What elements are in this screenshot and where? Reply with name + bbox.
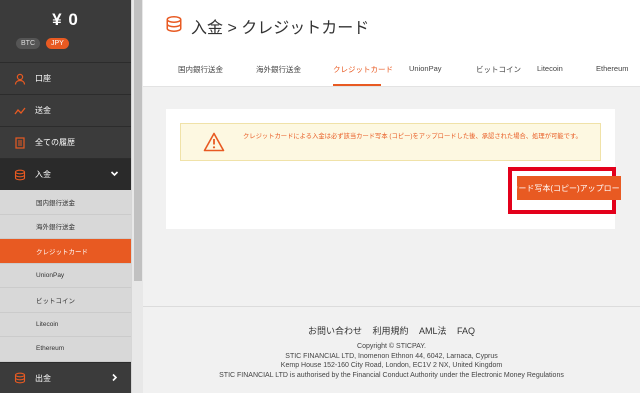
- footer-link-contact[interactable]: お問い合わせ: [308, 326, 362, 336]
- coins-icon: [165, 15, 183, 37]
- tab-credit-card[interactable]: クレジットカード: [333, 64, 393, 75]
- nav-item-withdraw-label: 出金: [35, 373, 51, 383]
- user-icon: [14, 73, 26, 85]
- coins-icon: [14, 372, 26, 384]
- scrollbar-thumb[interactable]: [134, 0, 142, 281]
- nav-item-transfer-label: 送金: [35, 106, 51, 115]
- footer: お問い合わせ 利用規約 AML法 FAQ Copyright © STICPAY…: [143, 306, 640, 393]
- footer-address-cyprus: STIC FINANCIAL LTD, Inomenon Ethnon 44, …: [285, 352, 498, 360]
- chart-line-icon: [14, 105, 26, 117]
- main-content: 入金 > クレジットカード 国内銀行送金 海外銀行送金 クレジットカード Uni…: [143, 0, 640, 393]
- warning-alert: クレジットカードによる入金は必ず該当カード写本 (コピー)をアップロードした後、…: [180, 123, 601, 161]
- page-title-row: 入金 > クレジットカード: [165, 14, 369, 38]
- chevron-right-icon: [110, 373, 119, 384]
- currency-switch: BTC JPY: [16, 38, 131, 49]
- warning-icon: [203, 132, 225, 156]
- tab-bitcoin[interactable]: ビットコイン: [476, 64, 521, 75]
- footer-legal: Copyright © STICPAY. STIC FINANCIAL LTD,…: [143, 342, 640, 380]
- balance-amount: ¥ 0: [52, 10, 79, 29]
- footer-link-terms[interactable]: 利用規約: [372, 326, 408, 336]
- nav-item-deposit[interactable]: 入金: [0, 158, 131, 190]
- nav-item-account[interactable]: 口座: [0, 62, 131, 94]
- nav-item-withdraw[interactable]: 出金: [0, 361, 131, 393]
- tab-overseas-bank[interactable]: 海外銀行送金: [256, 64, 301, 75]
- submenu-item[interactable]: ビットコイン: [0, 288, 131, 313]
- nav-item-deposit-label: 入金: [35, 170, 51, 179]
- nav-item-transfer[interactable]: 送金: [0, 94, 131, 126]
- payment-tabs: 国内銀行送金 海外銀行送金 クレジットカード UnionPay ビットコイン L…: [143, 58, 640, 87]
- footer-regulation: STIC FINANCIAL LTD is authorised by the …: [219, 371, 564, 379]
- page-title: 入金 > クレジットカード: [191, 20, 370, 37]
- tab-unionpay[interactable]: UnionPay: [409, 64, 442, 73]
- footer-copyright: Copyright © STICPAY.: [357, 343, 426, 350]
- tab-ethereum[interactable]: Ethereum: [596, 64, 629, 73]
- tab-domestic-bank[interactable]: 国内銀行送金: [178, 64, 223, 75]
- submenu-item-active[interactable]: クレジットカード: [0, 239, 131, 264]
- footer-links: お問い合わせ 利用規約 AML法 FAQ: [143, 324, 640, 337]
- warning-text: クレジットカードによる入金は必ず該当カード写本 (コピー)をアップロードした後、…: [243, 133, 582, 140]
- sidebar: ¥ 0 BTC JPY 口座 送金 全ての履歴 入金 国内銀行送金 海外銀行送金…: [0, 0, 131, 393]
- footer-link-aml[interactable]: AML法: [419, 326, 447, 336]
- page-header: 入金 > クレジットカード 国内銀行送金 海外銀行送金 クレジットカード Uni…: [143, 0, 640, 87]
- deposit-submenu: 国内銀行送金 海外銀行送金 クレジットカード UnionPay ビットコイン L…: [0, 190, 131, 362]
- currency-btc-toggle[interactable]: BTC: [16, 38, 40, 49]
- footer-address-uk: Kemp House 152-160 City Road, London, EC…: [280, 362, 503, 369]
- content-card: クレジットカードによる入金は必ず該当カード写本 (コピー)をアップロードした後、…: [166, 109, 621, 229]
- submenu-item[interactable]: Ethereum: [0, 337, 131, 362]
- sidebar-scrollbar[interactable]: [131, 0, 143, 393]
- nav-item-history-label: 全ての履歴: [35, 138, 75, 147]
- tab-litecoin[interactable]: Litecoin: [537, 64, 563, 73]
- submenu-item[interactable]: Litecoin: [0, 313, 131, 337]
- document-icon: [14, 136, 26, 149]
- balance-panel: ¥ 0 BTC JPY: [0, 0, 131, 62]
- chevron-down-icon: [110, 169, 119, 180]
- nav-item-history[interactable]: 全ての履歴: [0, 126, 131, 158]
- submenu-item[interactable]: 国内銀行送金: [0, 190, 131, 215]
- nav-item-account-label: 口座: [35, 74, 51, 83]
- currency-jpy-toggle[interactable]: JPY: [46, 38, 69, 49]
- submenu-item[interactable]: UnionPay: [0, 264, 131, 288]
- active-tab-indicator: [333, 84, 381, 86]
- upload-card-copy-button[interactable]: カード写本(コピー)アップロード: [517, 176, 621, 200]
- submenu-item[interactable]: 海外銀行送金: [0, 215, 131, 239]
- footer-link-faq[interactable]: FAQ: [457, 326, 475, 336]
- coins-icon: [14, 169, 26, 181]
